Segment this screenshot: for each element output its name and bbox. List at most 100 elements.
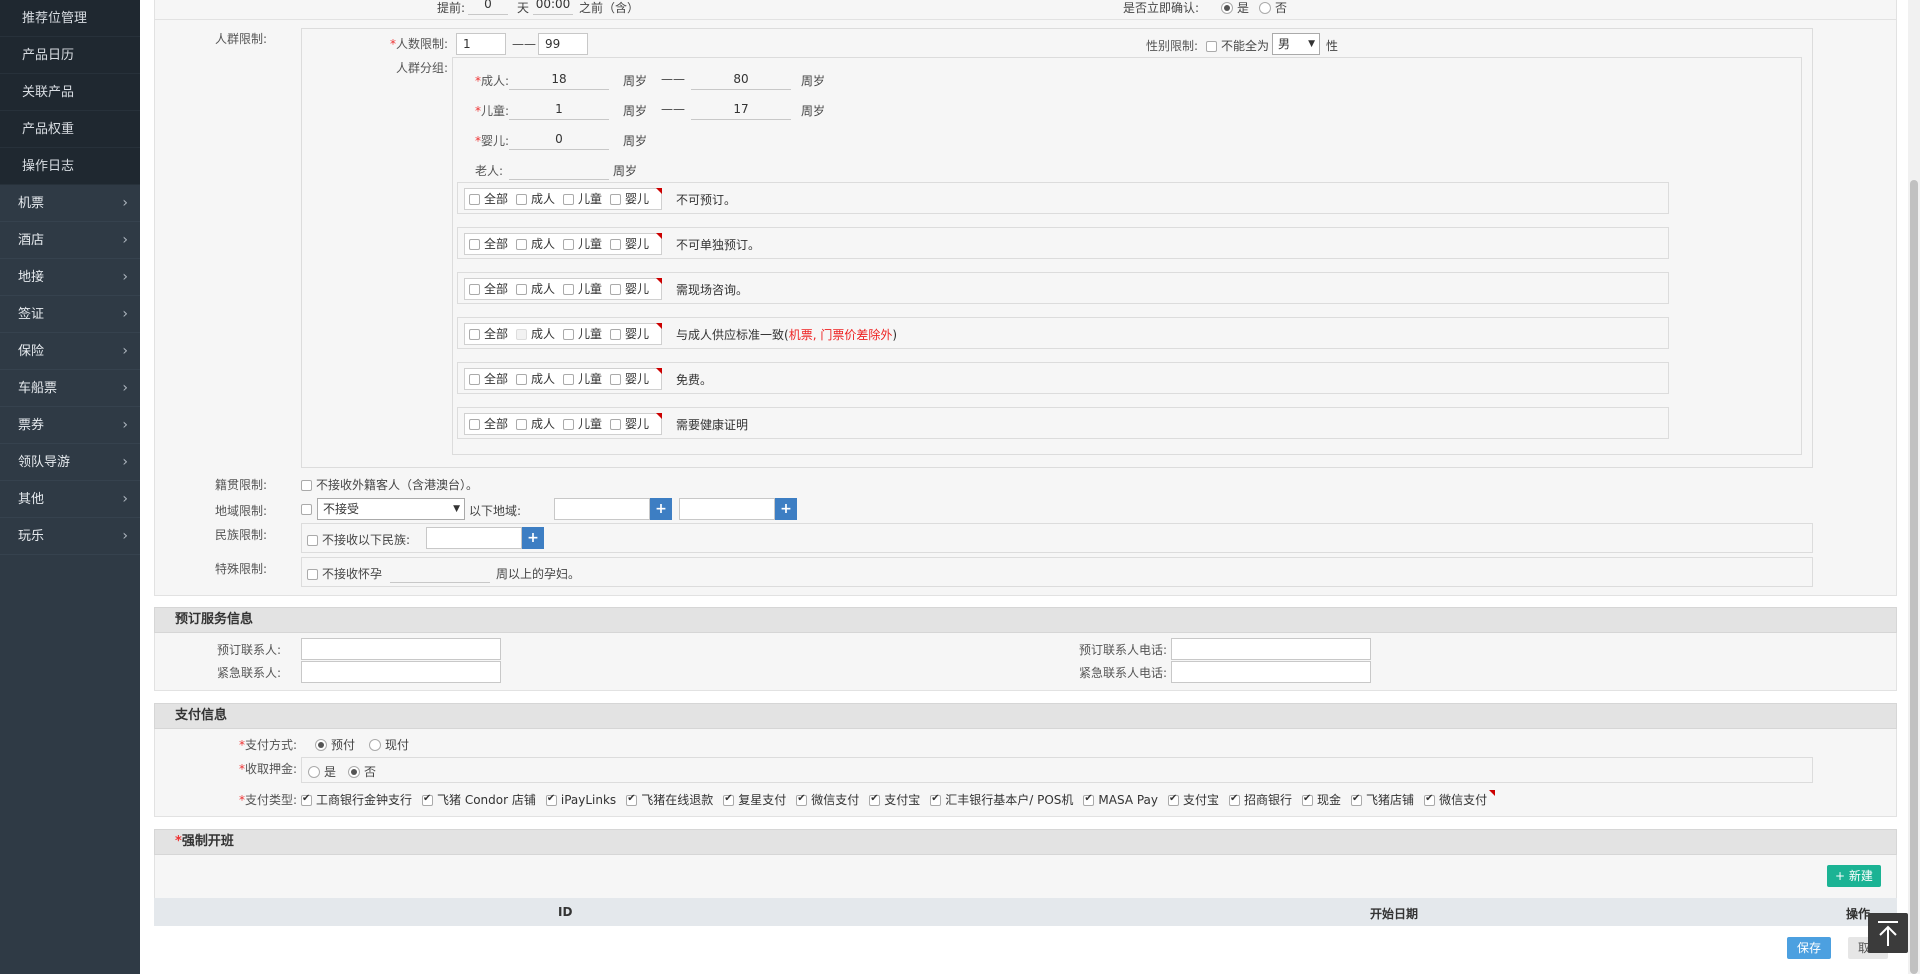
crowd-option-checkbox[interactable]: 婴儿 [610,189,649,209]
scrollbar[interactable] [1908,0,1920,974]
cash-radio[interactable]: 现付 [369,736,409,753]
emergency-phone-input[interactable] [1171,661,1371,683]
advance-days-input[interactable]: 0 [468,0,508,15]
sidebar-menu-item[interactable]: 地接 › [0,259,140,296]
crowd-option-checkbox[interactable]: 全部 [469,324,508,344]
back-to-top-icon[interactable] [1868,913,1908,953]
deposit-yes-radio[interactable]: 是 [308,763,336,780]
payment-type-checkbox[interactable]: 飞猪在线退款 [626,793,713,807]
confirm-yes-radio[interactable]: 是 [1221,0,1249,16]
region-add-2-button[interactable]: + [775,498,797,520]
sidebar-menu-item[interactable]: 机票 › [0,185,140,222]
crowd-option-checkbox[interactable]: 儿童 [563,369,602,389]
payment-type-checkbox[interactable]: 微信支付 [796,793,859,807]
gender-checkbox[interactable]: 不能全为 [1206,37,1269,54]
people-max-input[interactable]: 99 [538,33,588,55]
crowd-option-checkbox[interactable]: 成人 [516,279,555,299]
new-forced-button[interactable]: + 新建 [1827,865,1881,887]
age-from-input[interactable] [509,158,609,180]
ethnic-checkbox[interactable]: 不接收以下民族: [307,531,410,548]
prepay-radio[interactable]: 预付 [315,736,355,753]
sidebar-subitem[interactable]: 关联产品 [0,74,140,111]
region-select[interactable]: 不接受 ▼ [317,498,465,520]
payment-type-checkbox[interactable]: 工商银行金钟支行 [301,793,412,807]
payment-type-checkbox[interactable]: 微信支付 [1424,793,1487,807]
crowd-option-checkbox[interactable]: 婴儿 [610,279,649,299]
crowd-option-checkbox[interactable]: 婴儿 [610,324,649,344]
crowd-option-checkbox[interactable]: 全部 [469,234,508,254]
age-from-input[interactable]: 0 [509,128,609,150]
emergency-contact-input[interactable] [301,661,501,683]
crowd-option-checkbox[interactable]: 全部 [469,414,508,434]
deposit-no-radio[interactable]: 否 [348,763,376,780]
sidebar-menu-item[interactable]: 签证 › [0,296,140,333]
crowd-option-checkbox[interactable]: 婴儿 [610,414,649,434]
crowd-option-checkbox[interactable]: 儿童 [563,279,602,299]
crowd-option-checkbox[interactable]: 儿童 [563,414,602,434]
crowd-option-checkbox[interactable]: 全部 [469,279,508,299]
region-input-1[interactable] [554,498,650,520]
payment-type-checkbox[interactable]: MASA Pay [1083,793,1158,807]
booking-phone-label: 预订联系人电话: [1079,643,1168,657]
chevron-right-icon: › [122,269,128,285]
pregnant-weeks-input[interactable] [390,561,490,583]
sidebar-menu-item[interactable]: 保险 › [0,333,140,370]
crowd-option-checkbox[interactable]: 成人 [516,189,555,209]
age-to-input[interactable]: 17 [691,98,791,120]
crowd-option-checkbox[interactable]: 儿童 [563,234,602,254]
people-min-input[interactable]: 1 [456,33,506,55]
booking-phone-input[interactable] [1171,638,1371,660]
sidebar-menu-item[interactable]: 领队导游 › [0,444,140,481]
scrollbar-thumb[interactable] [1910,180,1918,974]
sidebar-menu-label: 地接 [18,270,45,285]
sidebar-subitem[interactable]: 产品日历 [0,37,140,74]
age-from-input[interactable]: 18 [509,68,609,90]
age-to-input[interactable]: 80 [691,68,791,90]
crowd-option-checkbox[interactable]: 全部 [469,369,508,389]
sidebar-menu-item[interactable]: 票券 › [0,407,140,444]
crowd-option-checkbox[interactable]: 儿童 [563,189,602,209]
crowd-option-checkbox[interactable]: 儿童 [563,324,602,344]
region-checkbox[interactable] [301,502,316,516]
booking-contact-input[interactable] [301,638,501,660]
sidebar-subitem[interactable]: 操作日志 [0,148,140,185]
confirm-label: 是否立即确认: [1123,1,1200,15]
payment-type-checkbox[interactable]: iPayLinks [545,793,616,807]
forced-table-header: ID 开始日期 操作 [154,898,1897,926]
crowd-option-checkbox[interactable]: 婴儿 [610,234,649,254]
payment-type-checkbox[interactable]: 复星支付 [723,793,786,807]
crowd-option-checkbox[interactable]: 全部 [469,189,508,209]
crowd-option-checkbox[interactable]: 成人 [516,369,555,389]
crowd-option-checkbox[interactable]: 成人 [516,414,555,434]
payment-type-checkbox[interactable]: 现金 [1302,793,1341,807]
nationality-label: 籍贯限制: [215,478,268,492]
advance-time-input[interactable]: 00:00 [533,0,573,15]
sidebar-menu-item[interactable]: 酒店 › [0,222,140,259]
nationality-checkbox[interactable]: 不接收外籍客人（含港澳台）。 [301,476,478,493]
ethnic-add-button[interactable]: + [522,527,544,549]
save-button[interactable]: 保存 [1787,937,1832,959]
sidebar-menu-item[interactable]: 玩乐 › [0,518,140,555]
payment-type-checkbox[interactable]: 汇丰银行基本户/ POS机 [930,793,1073,807]
payment-type-checkbox[interactable]: 飞猪店铺 [1351,793,1414,807]
sidebar-subitem[interactable]: 推荐位管理 [0,0,140,37]
payment-type-checkbox[interactable]: 招商银行 [1229,793,1292,807]
emergency-phone-label: 紧急联系人电话: [1079,666,1168,680]
ethnic-input[interactable] [426,527,522,549]
region-add-1-button[interactable]: + [650,498,672,520]
before-text: 之前（含） [579,1,640,15]
confirm-no-radio[interactable]: 否 [1259,0,1287,16]
sidebar-menu-item[interactable]: 其他 › [0,481,140,518]
crowd-option-checkbox[interactable]: 成人 [516,234,555,254]
gender-select[interactable]: 男 ▼ [1272,33,1320,55]
age-from-input[interactable]: 1 [509,98,609,120]
crowd-option-checkbox[interactable]: 婴儿 [610,369,649,389]
crowd-option-checkbox[interactable]: 成人 [516,324,555,344]
payment-type-checkbox[interactable]: 支付宝 [869,793,920,807]
payment-type-checkbox[interactable]: 支付宝 [1168,793,1219,807]
special-checkbox[interactable]: 不接收怀孕 [307,565,382,582]
region-input-2[interactable] [679,498,775,520]
payment-type-checkbox[interactable]: 飞猪 Condor 店铺 [422,793,536,807]
sidebar-subitem[interactable]: 产品权重 [0,111,140,148]
sidebar-menu-item[interactable]: 车船票 › [0,370,140,407]
